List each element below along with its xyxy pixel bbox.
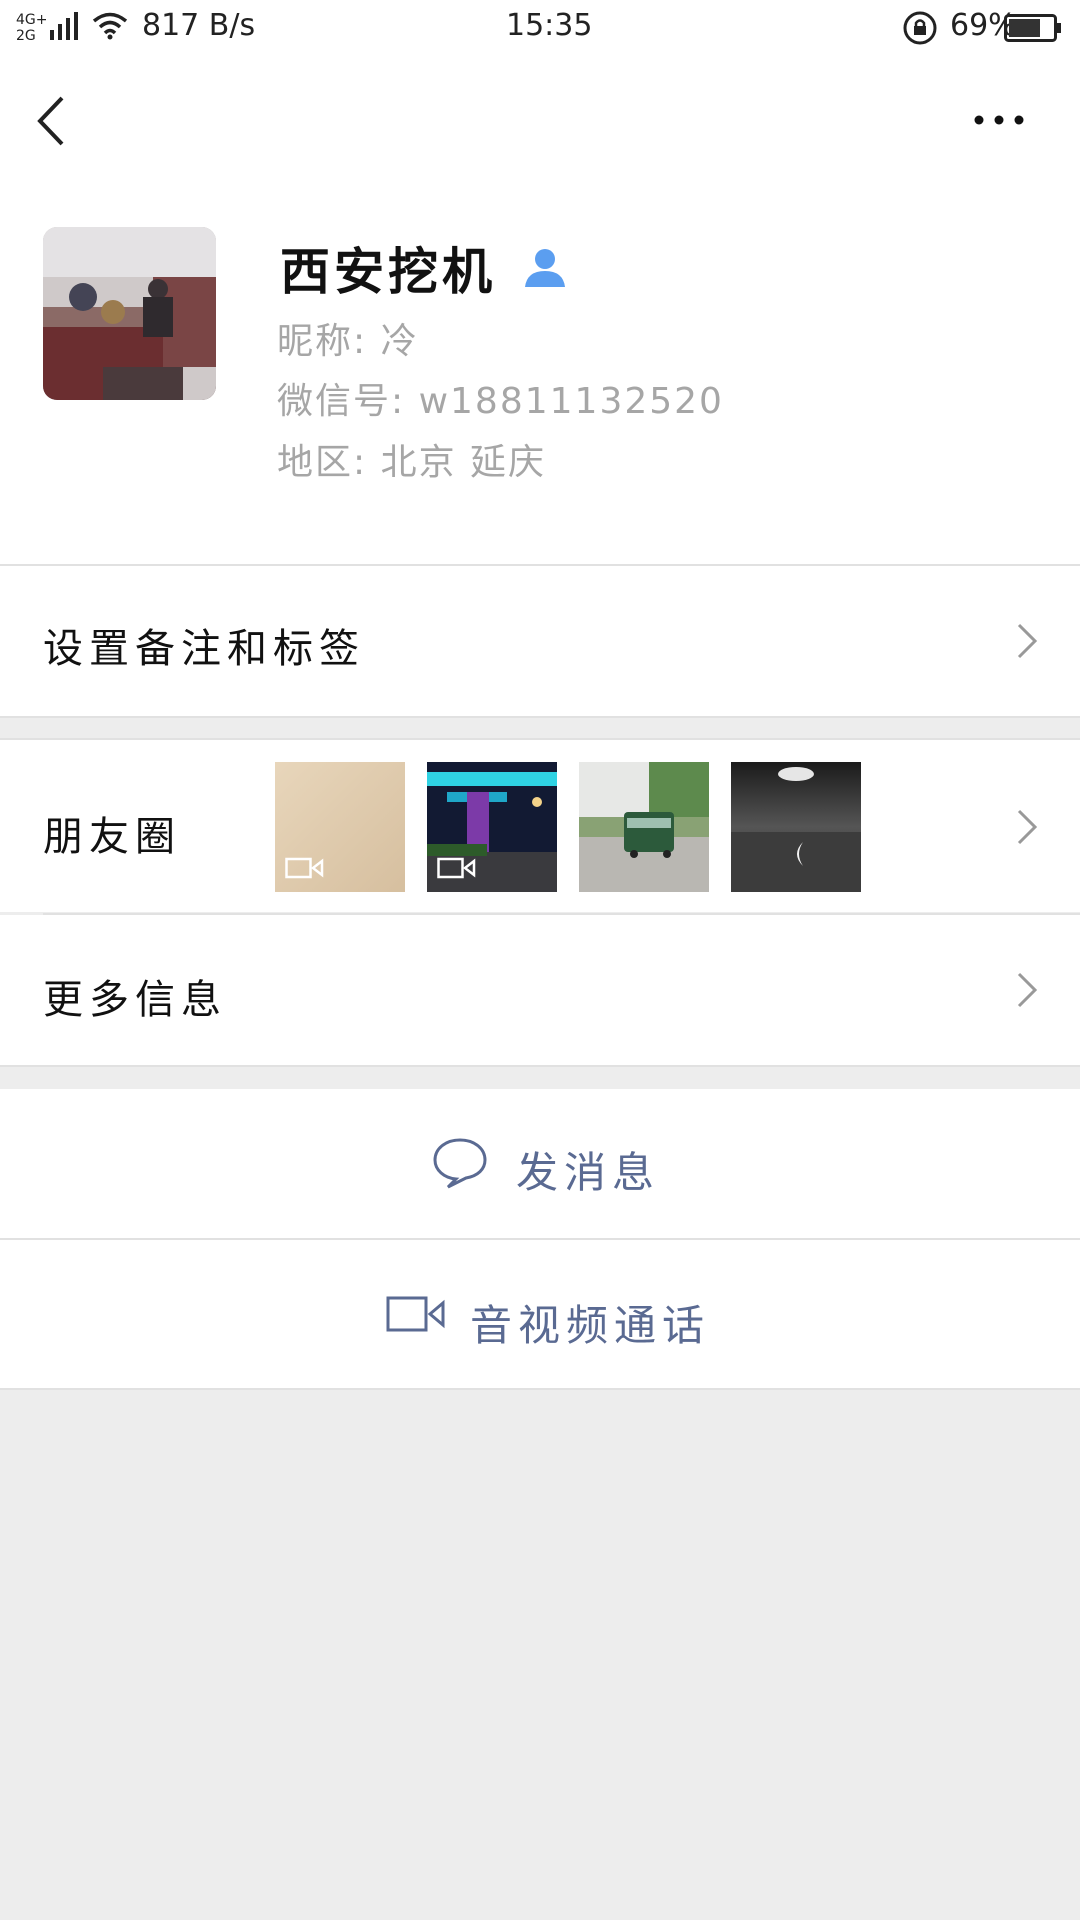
thumb-photo-moon	[731, 762, 861, 892]
moments-thumb[interactable]	[579, 762, 709, 892]
video-icon	[437, 857, 476, 879]
battery-icon	[1004, 14, 1062, 42]
region: 地区: 北京 延庆	[277, 442, 547, 483]
more-dots-icon	[974, 115, 1024, 125]
moments-thumb[interactable]	[731, 762, 861, 892]
svg-text:4G+: 4G+	[16, 12, 48, 28]
nickname: 昵称: 冷	[277, 321, 419, 362]
wifi-icon	[92, 12, 128, 40]
person-icon	[523, 245, 567, 289]
more-info-row[interactable]: 更多信息	[0, 915, 1080, 1065]
set-remark-label: 设置备注和标签	[43, 626, 365, 672]
divider	[0, 1388, 1080, 1390]
wechat-id: 微信号: w18811132520	[277, 381, 724, 422]
divider	[0, 716, 1080, 718]
thumb-photo-bus	[579, 762, 709, 892]
rotation-lock-icon	[902, 10, 938, 46]
chevron-right-icon	[1017, 809, 1038, 845]
more-info-label: 更多信息	[43, 977, 227, 1023]
moments-thumb[interactable]	[427, 762, 557, 892]
status-bar: 4G+ 2G 817 B/s 15:35 69%	[0, 0, 1080, 54]
video-camera-icon	[386, 1296, 445, 1332]
clock: 15:35	[506, 8, 593, 43]
video-call-label: 音视频通话	[470, 1301, 711, 1350]
moments-thumb[interactable]	[275, 762, 405, 892]
video-call-button[interactable]: 音视频通话	[0, 1240, 1080, 1388]
avatar[interactable]	[43, 227, 216, 400]
send-message-button[interactable]: 发消息	[0, 1089, 1080, 1238]
set-remark-row[interactable]: 设置备注和标签	[0, 566, 1080, 716]
signal-icon: 4G+ 2G	[16, 10, 86, 44]
send-message-label: 发消息	[516, 1148, 661, 1197]
more-options-button[interactable]	[970, 100, 1030, 140]
chevron-right-icon	[1017, 972, 1038, 1008]
back-arrow-icon	[37, 96, 64, 146]
moments-label: 朋友圈	[43, 814, 181, 860]
network-speed: 817 B/s	[142, 8, 256, 43]
back-button[interactable]	[34, 94, 78, 148]
avatar-photo	[43, 227, 216, 400]
divider	[0, 1065, 1080, 1067]
chat-bubble-icon	[433, 1138, 487, 1189]
svg-text:2G: 2G	[16, 28, 36, 42]
chevron-right-icon	[1017, 623, 1038, 659]
video-icon	[285, 857, 324, 879]
contact-name: 西安挖机	[280, 243, 496, 301]
